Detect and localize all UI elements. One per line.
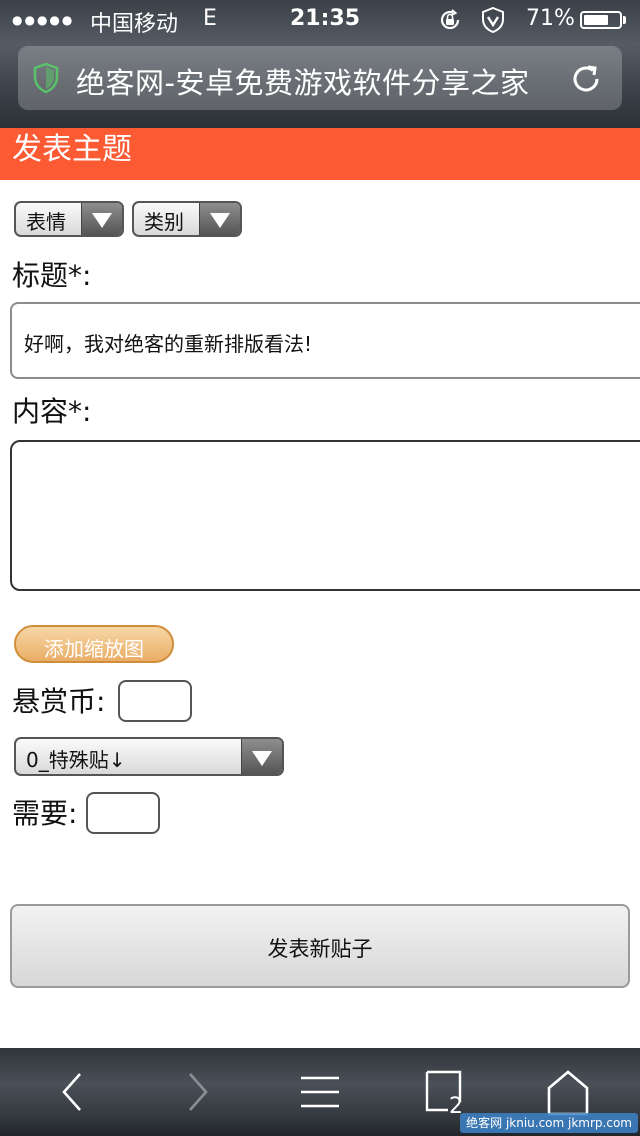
special-post-select[interactable]: 0_特殊贴↓ <box>14 737 284 776</box>
content-textarea[interactable] <box>10 440 640 591</box>
chevron-down-icon <box>210 213 230 228</box>
reward-label: 悬赏币: <box>12 685 106 718</box>
lock-rotation-icon <box>440 9 460 30</box>
title-input-value: 好啊，我对绝客的重新排版看法! <box>24 332 313 356</box>
chevron-down-icon <box>92 213 112 228</box>
require-label: 需要: <box>12 797 78 830</box>
vpn-shield-icon <box>482 7 504 33</box>
battery-percent: 71% <box>526 6 575 31</box>
battery-fill <box>584 15 608 25</box>
title-label: 标题*: <box>12 259 92 292</box>
browser-top-chrome: ●●●●● 中国移动 E 21:35 71% 绝客网-安卓免费游戏软件分享之家 <box>0 0 640 128</box>
content-label: 内容*: <box>12 395 92 428</box>
emotion-select-value: 表情 <box>26 210 66 234</box>
submit-post-label: 发表新贴子 <box>267 937 373 961</box>
back-icon[interactable] <box>48 1068 98 1116</box>
header-title: 发表主题 <box>12 132 132 167</box>
special-post-select-value: 0_特殊贴↓ <box>26 748 126 772</box>
home-icon[interactable] <box>543 1068 593 1116</box>
menu-icon[interactable] <box>295 1068 345 1116</box>
carrier-name: 中国移动 <box>90 12 179 37</box>
emotion-select[interactable]: 表情 <box>14 201 124 237</box>
forward-icon[interactable] <box>172 1068 222 1116</box>
battery-tip <box>623 16 626 24</box>
network-type: E <box>203 6 217 31</box>
add-thumbnail-label: 添加缩放图 <box>44 637 144 661</box>
category-select-value: 类别 <box>144 210 184 234</box>
secure-shield-icon <box>33 62 59 94</box>
page-title[interactable]: 绝客网-安卓免费游戏软件分享之家 <box>76 60 529 102</box>
address-bar[interactable]: 绝客网-安卓免费游戏软件分享之家 <box>18 46 622 110</box>
watermark: 绝客网 jkniu.com jkmrp.com <box>460 1113 638 1133</box>
signal-strength: ●●●●● <box>12 13 75 27</box>
add-thumbnail-button[interactable]: 添加缩放图 <box>14 625 174 663</box>
require-input[interactable] <box>86 792 160 834</box>
special-post-select-arrow <box>241 739 282 774</box>
reload-icon[interactable] <box>568 62 604 96</box>
battery-icon <box>580 11 622 29</box>
status-bar: ●●●●● 中国移动 E 21:35 71% <box>0 0 640 40</box>
emotion-select-arrow <box>81 203 122 235</box>
tabs-icon[interactable]: 2 <box>418 1068 468 1116</box>
submit-post-button[interactable]: 发表新贴子 <box>10 904 630 988</box>
category-select-arrow <box>199 203 240 235</box>
reward-input[interactable] <box>118 680 192 722</box>
category-select[interactable]: 类别 <box>132 201 242 237</box>
title-input[interactable]: 好啊，我对绝客的重新排版看法! <box>10 302 640 379</box>
page-header: 发表主题 <box>0 128 640 180</box>
chevron-down-icon <box>252 751 272 766</box>
clock: 21:35 <box>290 6 361 31</box>
